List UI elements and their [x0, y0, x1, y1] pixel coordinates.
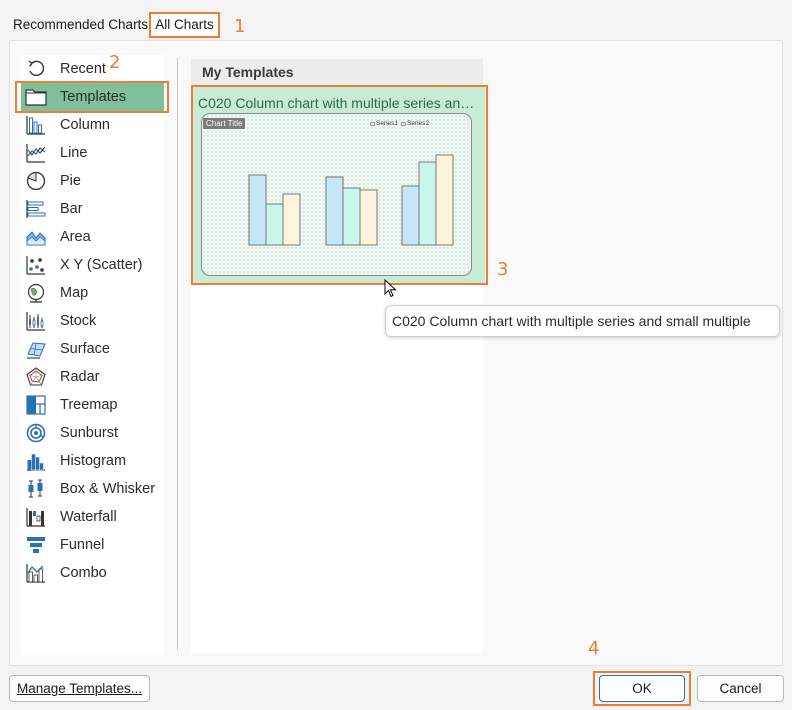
funnel-chart-icon [24, 534, 48, 556]
sidebar-item-label: Combo [60, 565, 107, 581]
sidebar-item-surface[interactable]: Surface [21, 335, 164, 363]
annotation-marker-3: 3 [497, 259, 509, 280]
sidebar-item-radar[interactable]: Radar [21, 363, 164, 391]
box-whisker-chart-icon [24, 478, 48, 500]
sidebar-item-waterfall[interactable]: Waterfall [21, 503, 164, 531]
sidebar-item-label: Map [60, 285, 89, 301]
sidebar-item-pie[interactable]: Pie [21, 167, 164, 195]
treemap-chart-icon [24, 394, 48, 416]
sidebar-item-label: Surface [60, 341, 110, 357]
combo-chart-icon [24, 562, 48, 584]
template-highlight-outline [191, 85, 488, 285]
sidebar-item-label: Line [60, 145, 88, 161]
stock-chart-icon [24, 310, 48, 332]
sidebar-item-scatter[interactable]: X Y (Scatter) [21, 251, 164, 279]
my-templates-header: My Templates [191, 59, 483, 85]
panel-divider [177, 58, 178, 650]
sidebar-item-label: Area [60, 229, 91, 245]
sidebar-item-label: Treemap [60, 397, 118, 413]
sidebar-item-label: Recent [60, 61, 106, 77]
sidebar-item-area[interactable]: Area [21, 223, 164, 251]
sidebar-item-column[interactable]: Column [21, 111, 164, 139]
line-chart-icon [24, 142, 48, 164]
sidebar-item-label: X Y (Scatter) [60, 257, 143, 273]
sidebar-item-label: Box & Whisker [60, 481, 156, 497]
sidebar-item-label: Funnel [60, 537, 105, 553]
sidebar-item-combo[interactable]: Combo [21, 559, 164, 587]
manage-templates-button[interactable]: Manage Templates... [9, 675, 150, 702]
sidebar-item-stock[interactable]: Stock [21, 307, 164, 335]
sidebar-item-label: Sunburst [60, 425, 119, 441]
templates-highlight-outline [15, 81, 169, 113]
sidebar-item-label: Radar [60, 369, 100, 385]
annotation-marker-4: 4 [588, 638, 600, 659]
tab-all-charts[interactable]: All Charts [149, 12, 220, 38]
sidebar-item-label: Column [60, 117, 110, 133]
sidebar-item-line[interactable]: Line [21, 139, 164, 167]
annotation-marker-2: 2 [109, 52, 121, 73]
column-chart-icon [24, 114, 48, 136]
scatter-chart-icon [24, 254, 48, 276]
sidebar-item-label: Bar [60, 201, 83, 217]
mouse-cursor-icon [384, 279, 397, 298]
annotation-marker-1: 1 [234, 16, 246, 37]
manage-templates-label: Manage Templates... [16, 681, 143, 696]
sidebar-item-recent[interactable]: Recent [21, 55, 164, 83]
map-chart-icon [24, 282, 48, 304]
surface-chart-icon [24, 338, 48, 360]
tab-recommended-charts[interactable]: Recommended Charts [13, 12, 148, 38]
sidebar-item-histogram[interactable]: Histogram [21, 447, 164, 475]
chart-type-sidebar: Recent Templates Column Line Pie Bar Are… [21, 55, 164, 655]
pie-chart-icon [24, 170, 48, 192]
bar-chart-icon [24, 198, 48, 220]
sunburst-chart-icon [24, 422, 48, 444]
sidebar-item-label: Pie [60, 173, 81, 189]
sidebar-item-label: Waterfall [60, 509, 117, 525]
sidebar-item-box-whisker[interactable]: Box & Whisker [21, 475, 164, 503]
sidebar-item-treemap[interactable]: Treemap [21, 391, 164, 419]
area-chart-icon [24, 226, 48, 248]
sidebar-item-bar[interactable]: Bar [21, 195, 164, 223]
sidebar-item-label: Stock [60, 313, 97, 329]
waterfall-chart-icon [24, 506, 48, 528]
recent-icon [24, 58, 48, 80]
sidebar-item-funnel[interactable]: Funnel [21, 531, 164, 559]
cancel-button[interactable]: Cancel [697, 675, 784, 702]
ok-highlight-outline [593, 671, 691, 706]
histogram-chart-icon [24, 450, 48, 472]
my-templates-heading: My Templates [202, 64, 294, 80]
radar-chart-icon [24, 366, 48, 388]
template-tooltip: C020 Column chart with multiple series a… [385, 305, 780, 337]
sidebar-item-sunburst[interactable]: Sunburst [21, 419, 164, 447]
sidebar-item-map[interactable]: Map [21, 279, 164, 307]
sidebar-item-label: Histogram [60, 453, 127, 469]
